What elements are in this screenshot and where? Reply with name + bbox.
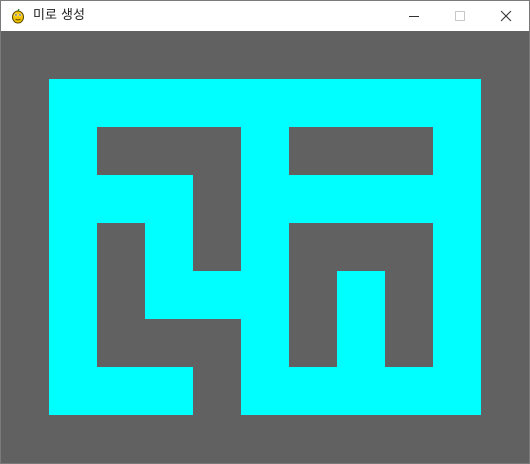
maze-path-cell	[433, 127, 481, 175]
maze-path-cell	[337, 175, 385, 223]
maze-path-cell	[97, 367, 145, 415]
maze-path-cell	[145, 271, 193, 319]
maze-path-cell	[49, 271, 97, 319]
maze-path-cell	[145, 223, 193, 271]
maze-path-cell	[241, 79, 289, 127]
maze-path-cell	[97, 175, 145, 223]
maze-path-cell	[145, 367, 193, 415]
maze-path-cell	[49, 367, 97, 415]
minimize-button[interactable]	[391, 1, 437, 31]
maze-path-cell	[337, 271, 385, 319]
maze-path-cell	[241, 175, 289, 223]
maze-path-cell	[49, 223, 97, 271]
maze-path-cell	[337, 79, 385, 127]
title-bar[interactable]: 미로 생성	[1, 1, 529, 31]
maze-path-cell	[337, 367, 385, 415]
maze-path-cell	[385, 79, 433, 127]
close-button[interactable]	[483, 1, 529, 31]
maze-path-cell	[241, 127, 289, 175]
maze-path-cell	[49, 127, 97, 175]
maze-path-cell	[433, 271, 481, 319]
maze-path-cell	[433, 367, 481, 415]
maze-path-cell	[49, 175, 97, 223]
maze-path-cell	[49, 79, 97, 127]
maze-path-cell	[97, 79, 145, 127]
close-icon	[500, 10, 512, 22]
maze-path-cell	[241, 319, 289, 367]
maze-path-cell	[289, 175, 337, 223]
maze-path-cell	[385, 175, 433, 223]
maze-canvas	[1, 31, 529, 463]
maze-path-cell	[145, 79, 193, 127]
maze-path-cell	[241, 367, 289, 415]
maximize-button[interactable]	[437, 1, 483, 31]
app-window: 미로 생성	[0, 0, 530, 464]
pygame-snake-icon	[12, 8, 24, 24]
maze-path-cell	[433, 79, 481, 127]
maze-path-cell	[433, 175, 481, 223]
maximize-icon	[455, 11, 465, 21]
maze-path-cell	[433, 319, 481, 367]
maze-path-cell	[337, 319, 385, 367]
maze-path-cell	[289, 367, 337, 415]
maze-path-cell	[289, 79, 337, 127]
maze-path-cell	[241, 271, 289, 319]
maze-path-cell	[241, 223, 289, 271]
maze-path-cell	[385, 367, 433, 415]
maze-path-cell	[193, 79, 241, 127]
maze-path-cell	[145, 175, 193, 223]
maze	[49, 79, 481, 415]
maze-path-cell	[433, 223, 481, 271]
maze-path-cell	[193, 271, 241, 319]
window-title: 미로 생성	[33, 8, 85, 23]
minimize-icon	[409, 16, 419, 17]
maze-path-cell	[49, 319, 97, 367]
